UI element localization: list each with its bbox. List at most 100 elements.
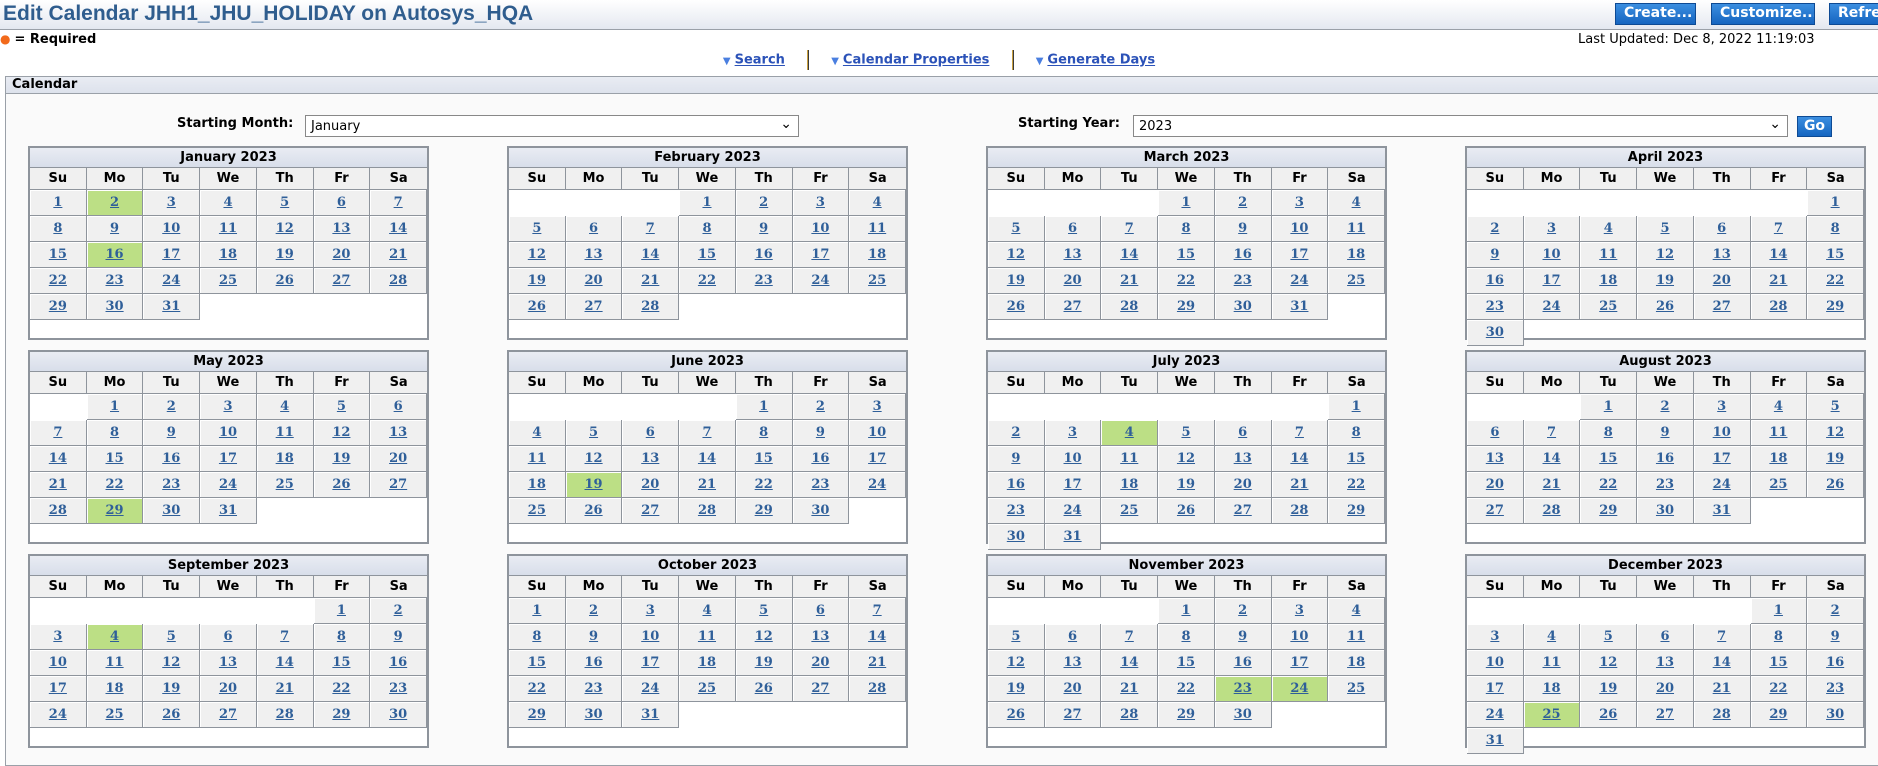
day-link[interactable]: 13 xyxy=(811,629,829,644)
day-cell[interactable]: 21 xyxy=(1101,268,1159,294)
day-cell[interactable]: 19 xyxy=(988,676,1045,702)
day-cell[interactable]: 9 xyxy=(1214,624,1272,650)
day-link[interactable]: 9 xyxy=(1490,247,1499,262)
day-link[interactable]: 25 xyxy=(868,273,886,288)
day-link[interactable]: 3 xyxy=(646,603,655,618)
day-cell[interactable]: 19 xyxy=(1807,446,1864,472)
day-cell[interactable]: 29 xyxy=(313,702,371,728)
day-link[interactable]: 7 xyxy=(394,195,403,210)
day-cell[interactable]: 6 xyxy=(313,190,371,216)
day-cell[interactable]: 11 xyxy=(256,420,314,446)
day-cell[interactable]: 11 xyxy=(1750,420,1808,446)
day-link[interactable]: 14 xyxy=(698,451,716,466)
day-cell[interactable]: 21 xyxy=(679,472,736,498)
day-link[interactable]: 30 xyxy=(585,707,603,722)
day-link[interactable]: 23 xyxy=(389,681,407,696)
day-link[interactable]: 1 xyxy=(1831,195,1840,210)
day-cell[interactable]: 12 xyxy=(509,242,566,268)
day-cell[interactable]: 5 xyxy=(988,216,1045,242)
day-link[interactable]: 14 xyxy=(641,247,659,262)
day-link[interactable]: 11 xyxy=(1599,247,1617,262)
day-cell[interactable]: 21 xyxy=(622,268,680,294)
day-link[interactable]: 13 xyxy=(585,247,603,262)
day-link[interactable]: 9 xyxy=(1238,629,1247,644)
day-cell[interactable]: 26 xyxy=(565,498,623,524)
day-link[interactable]: 30 xyxy=(389,707,407,722)
customize-button[interactable]: Customize... xyxy=(1711,3,1815,25)
day-link[interactable]: 3 xyxy=(1295,603,1304,618)
day-link[interactable]: 21 xyxy=(1120,273,1138,288)
day-cell[interactable]: 22 xyxy=(1750,676,1808,702)
day-cell[interactable]: 24 xyxy=(1044,498,1102,524)
day-link[interactable]: 9 xyxy=(1660,425,1669,440)
day-cell[interactable]: 2 xyxy=(370,598,427,624)
day-link[interactable]: 4 xyxy=(1774,399,1783,414)
day-cell[interactable]: 2 xyxy=(735,190,793,216)
day-cell[interactable]: 6 xyxy=(1214,420,1272,446)
day-cell[interactable]: 20 xyxy=(370,446,427,472)
day-cell[interactable]: 31 xyxy=(622,702,680,728)
day-link[interactable]: 6 xyxy=(1068,221,1077,236)
day-cell[interactable]: 13 xyxy=(622,446,680,472)
day-link[interactable]: 13 xyxy=(1486,451,1504,466)
day-cell[interactable]: 10 xyxy=(143,216,201,242)
day-cell[interactable]: 19 xyxy=(143,676,201,702)
day-cell[interactable]: 22 xyxy=(1158,676,1215,702)
day-cell[interactable]: 11 xyxy=(1523,650,1581,676)
day-link[interactable]: 30 xyxy=(1486,325,1504,340)
day-link[interactable]: 11 xyxy=(219,221,237,236)
day-link[interactable]: 15 xyxy=(755,451,773,466)
day-link[interactable]: 23 xyxy=(1234,681,1252,696)
day-cell[interactable]: 8 xyxy=(1807,216,1864,242)
day-link[interactable]: 31 xyxy=(1713,503,1731,518)
day-cell[interactable]: 12 xyxy=(565,446,623,472)
day-cell[interactable]: 18 xyxy=(1328,650,1385,676)
day-cell[interactable]: 15 xyxy=(1580,446,1638,472)
day-link[interactable]: 19 xyxy=(1656,273,1674,288)
day-link[interactable]: 3 xyxy=(1717,399,1726,414)
day-link[interactable]: 29 xyxy=(1177,299,1195,314)
day-cell[interactable]: 10 xyxy=(200,420,257,446)
day-link[interactable]: 15 xyxy=(1347,451,1365,466)
day-link[interactable]: 13 xyxy=(1064,655,1082,670)
day-cell[interactable]: 20 xyxy=(1214,472,1272,498)
day-cell[interactable]: 30 xyxy=(86,294,144,320)
day-cell[interactable]: 28 xyxy=(679,498,736,524)
day-link[interactable]: 12 xyxy=(1826,425,1844,440)
day-cell[interactable]: 16 xyxy=(1807,650,1864,676)
day-cell[interactable]: 29 xyxy=(735,498,793,524)
day-link[interactable]: 2 xyxy=(1011,425,1020,440)
day-cell[interactable]: 24 xyxy=(200,472,257,498)
day-cell[interactable]: 1 xyxy=(1807,190,1864,216)
day-link[interactable]: 24 xyxy=(219,477,237,492)
day-link[interactable]: 10 xyxy=(811,221,829,236)
day-link[interactable]: 30 xyxy=(106,299,124,314)
day-cell-selected[interactable]: 4 xyxy=(86,624,144,650)
day-link[interactable]: 5 xyxy=(1831,399,1840,414)
day-cell[interactable]: 1 xyxy=(679,190,736,216)
day-link[interactable]: 23 xyxy=(1007,503,1025,518)
day-cell[interactable]: 2 xyxy=(1214,190,1272,216)
day-cell[interactable]: 26 xyxy=(1580,702,1638,728)
day-cell[interactable]: 4 xyxy=(1580,216,1638,242)
day-cell[interactable]: 8 xyxy=(735,420,793,446)
day-link[interactable]: 3 xyxy=(1490,629,1499,644)
day-link[interactable]: 13 xyxy=(332,221,350,236)
day-link[interactable]: 11 xyxy=(1543,655,1561,670)
day-link[interactable]: 27 xyxy=(585,299,603,314)
day-cell[interactable]: 22 xyxy=(679,268,736,294)
day-cell[interactable]: 19 xyxy=(509,268,566,294)
day-cell[interactable]: 13 xyxy=(370,420,427,446)
day-cell[interactable]: 24 xyxy=(622,676,680,702)
day-link[interactable]: 16 xyxy=(1486,273,1504,288)
day-cell[interactable]: 19 xyxy=(256,242,314,268)
day-link[interactable]: 2 xyxy=(816,399,825,414)
day-link[interactable]: 22 xyxy=(755,477,773,492)
day-link[interactable]: 24 xyxy=(1290,681,1308,696)
day-link[interactable]: 12 xyxy=(1007,247,1025,262)
day-link[interactable]: 4 xyxy=(873,195,882,210)
day-cell[interactable]: 2 xyxy=(143,394,201,420)
day-cell-selected[interactable]: 23 xyxy=(1214,676,1272,702)
day-cell[interactable]: 18 xyxy=(679,650,736,676)
day-link[interactable]: 21 xyxy=(1290,477,1308,492)
